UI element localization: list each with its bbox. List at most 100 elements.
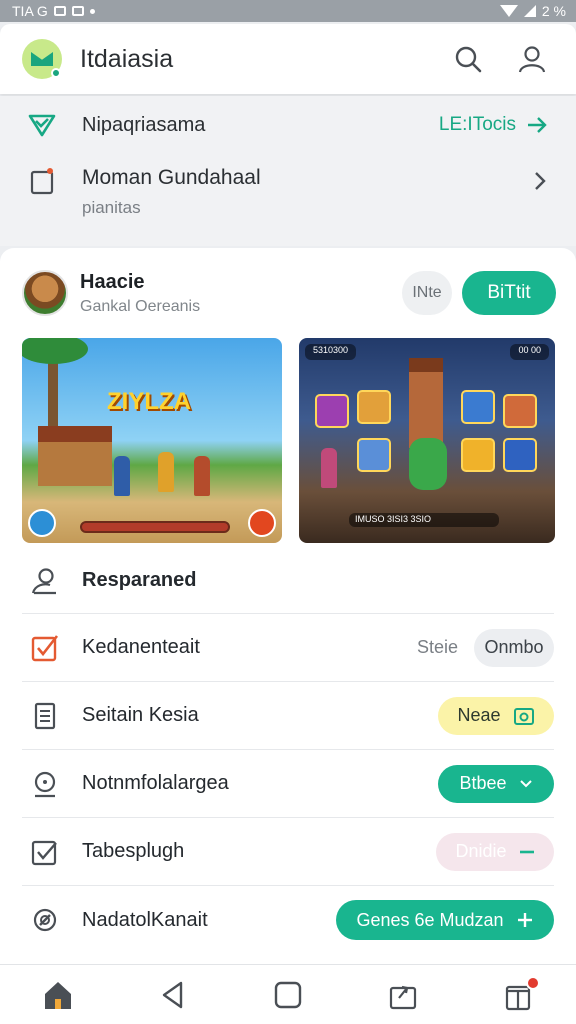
back-button[interactable] (145, 970, 201, 1020)
hut-image (38, 426, 112, 486)
overview-icon (274, 981, 302, 1008)
share-icon (390, 985, 417, 1009)
promo-link-label: LE:ITocis (438, 114, 516, 135)
game-card: Haacie Gankal Oereanis INte BiTtit ZIYLZ… (0, 248, 576, 964)
status-carrier-text: TIA G (12, 3, 48, 19)
promo-text: Nipaqriasama (82, 113, 206, 136)
chevron-right-icon (535, 172, 546, 190)
chip-label: Neae (457, 705, 501, 725)
wifi-icon (499, 5, 518, 17)
tower-image (409, 358, 443, 448)
profile-icon (518, 46, 546, 73)
hud-left-text: 5310300 (305, 344, 357, 360)
list-item[interactable]: Resparaned (22, 548, 554, 614)
monster-figure (409, 438, 447, 490)
character-figure (194, 456, 210, 496)
shield-check-icon (28, 114, 56, 137)
overview-button[interactable] (260, 970, 316, 1020)
battery-text: 2 % (541, 3, 566, 19)
game-secondary-button[interactable]: INte (402, 271, 452, 315)
list-item-label: Tabesplugh (82, 840, 185, 862)
promo-link[interactable]: LE:ITocis (439, 114, 548, 136)
chevron-down-icon (519, 779, 532, 787)
checkbox-icon (31, 634, 59, 661)
promo-row[interactable]: Nipaqriasama LE:ITocis (28, 104, 548, 146)
status-notification-icon (53, 6, 66, 16)
minus-icon (519, 850, 534, 853)
app-bar: Itdaiasia (0, 24, 576, 94)
subscription-subtitle: pianitas (82, 198, 141, 217)
list-item-label: Kedanenteait (82, 636, 200, 658)
screenshot-1[interactable]: ZIYLZA (22, 338, 282, 543)
list-item[interactable]: NadatolKanait Genes 6e Mudzan (22, 886, 554, 954)
status-dot-icon (89, 8, 95, 14)
status-message-icon (71, 6, 84, 16)
link-icon (33, 908, 57, 932)
arrow-right-icon (528, 117, 547, 133)
hud-right-text: 00 00 (510, 344, 549, 360)
clipboard-icon (30, 168, 54, 195)
unit-card-image (503, 438, 537, 472)
game-header: Haacie Gankal Oereanis INte BiTtit (22, 268, 556, 318)
unit-card-image (461, 438, 495, 472)
screenshot-1-title: ZIYLZA (107, 388, 191, 415)
signal-icon (523, 5, 536, 17)
chip-label: Dnidie (455, 841, 507, 861)
character-figure (114, 456, 130, 496)
screenshot-strip[interactable]: ZIYLZA 5310300 00 00 IMUSO 3ISI3 3SIO (22, 338, 555, 543)
back-icon (162, 981, 182, 1008)
subscription-title: Moman Gundahaal (82, 166, 261, 189)
search-button[interactable] (446, 37, 490, 81)
inbox-button[interactable] (490, 970, 546, 1020)
list-item-label: Notnmfolalargea (82, 772, 229, 794)
profile-button[interactable] (510, 37, 554, 81)
unit-card-image (315, 394, 349, 428)
list-item[interactable]: Tabesplugh Dnidie (22, 818, 554, 886)
top-rows: Nipaqriasama LE:ITocis Moman Gundahaal p… (0, 96, 576, 246)
list-item-meta: Steie (416, 637, 458, 657)
share-button[interactable] (375, 970, 431, 1020)
person-icon (31, 567, 56, 594)
plus-icon (517, 913, 532, 927)
app-logo-icon (22, 39, 62, 79)
hud-bottom-text: IMUSO 3ISI3 3SIO (349, 513, 499, 527)
app-title: Itdaiasia (80, 44, 174, 73)
status-bar: TIA G 2 % (0, 0, 576, 22)
list-item-chip[interactable]: Dnidie (436, 832, 554, 871)
home-button[interactable] (30, 970, 86, 1020)
list-item[interactable]: Kedanenteait Steie Onmbo (22, 614, 554, 682)
game-name: Haacie (80, 270, 145, 293)
list-item[interactable]: Seitain Kesia Neae (22, 682, 554, 750)
search-icon (455, 46, 482, 73)
list-item-label: NadatolKanait (82, 908, 208, 931)
game-developer[interactable]: Gankal Oereanis (80, 298, 402, 316)
screenshot-2[interactable]: 5310300 00 00 IMUSO 3ISI3 3SIO (299, 338, 555, 543)
image-icon (513, 707, 534, 725)
chip-label: Genes 6e Mudzan (356, 909, 504, 930)
unit-card-image (461, 390, 495, 424)
character-figure (158, 452, 174, 492)
list-item-label: Resparaned (82, 569, 197, 591)
health-bar (80, 521, 230, 533)
document-icon (34, 702, 56, 729)
list-item[interactable]: Notnmfolalargea Btbee (22, 750, 554, 818)
list-item-dropdown[interactable]: Btbee (438, 764, 554, 803)
navigation-bar (0, 964, 576, 1024)
subscription-row[interactable]: Moman Gundahaal pianitas (28, 158, 548, 224)
list-item-chip[interactable]: Neae (438, 696, 554, 735)
shield-button-icon (28, 509, 56, 537)
game-avatar[interactable] (22, 270, 68, 316)
list-item-label: Seitain Kesia (82, 704, 199, 726)
play-button-icon (248, 509, 276, 537)
character-figure (321, 448, 337, 488)
install-button[interactable]: BiTtit (462, 271, 556, 315)
unit-card-image (503, 394, 537, 428)
chip-label: Btbee (459, 773, 507, 793)
cta-button[interactable]: Genes 6e Mudzan (336, 900, 554, 940)
home-icon (44, 981, 71, 1009)
checkbox-icon (31, 840, 57, 865)
unit-card-image (357, 438, 391, 472)
list-item-chip[interactable]: Onmbo (474, 628, 554, 667)
details-list: Resparaned Kedanenteait Steie Onmbo Seit… (22, 548, 554, 954)
chat-icon (34, 771, 56, 797)
